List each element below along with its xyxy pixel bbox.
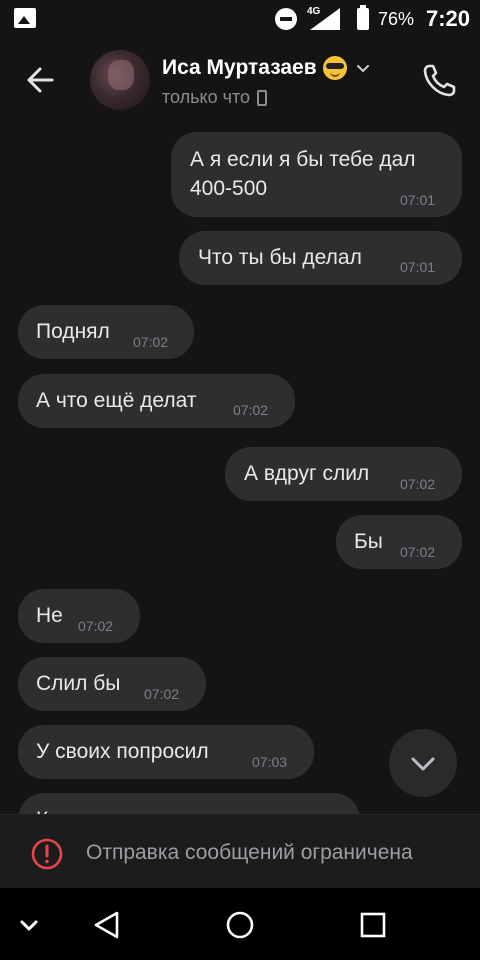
contact-name-row[interactable]: Иса Муртазаев — [162, 56, 369, 80]
warning-circle-icon — [31, 838, 63, 870]
message-list[interactable]: А я если я бы тебе дал 400-500 07:01 Что… — [0, 120, 480, 814]
message-in[interactable]: Поднял 07:02 — [18, 305, 194, 359]
message-text: Поднял — [36, 320, 110, 343]
status-bar: 4G 76% 7:20 — [0, 0, 480, 36]
message-time: 07:02 — [144, 686, 180, 702]
message-in[interactable]: К — [18, 793, 360, 814]
message-out[interactable]: Бы 07:02 — [336, 515, 462, 569]
message-time: 07:02 — [133, 334, 169, 350]
network-type: 4G — [307, 6, 321, 17]
collapse-keyboard-icon[interactable] — [12, 908, 46, 942]
message-text: Что ты бы делал — [198, 246, 362, 269]
contact-status: только что — [162, 87, 251, 107]
message-text: У своих попросил — [36, 740, 209, 763]
message-time: 07:01 — [400, 192, 436, 208]
message-time: 07:02 — [78, 618, 114, 634]
clock: 7:20 — [426, 6, 471, 31]
message-time: 07:02 — [400, 544, 436, 560]
message-time: 07:03 — [252, 754, 288, 770]
message-time: 07:02 — [400, 476, 436, 492]
message-text: А вдруг слил — [244, 462, 370, 485]
message-in[interactable]: А что ещё делат 07:02 — [18, 374, 295, 428]
recents-square-icon[interactable] — [356, 908, 390, 942]
call-icon[interactable] — [420, 60, 460, 100]
message-text: К — [36, 806, 48, 814]
messaging-restricted-bar: Отправка сообщений ограничена — [0, 814, 480, 888]
message-text: Слил бы — [36, 672, 121, 695]
message-in[interactable]: Не 07:02 — [18, 589, 140, 643]
message-out[interactable]: А вдруг слил 07:02 — [225, 447, 462, 501]
message-text: А что ещё делат — [36, 389, 197, 412]
system-nav-bar — [0, 888, 480, 960]
back-triangle-icon[interactable] — [90, 908, 124, 942]
contact-status-row: только что — [162, 87, 268, 108]
message-out[interactable]: А я если я бы тебе дал 400-500 07:01 — [171, 132, 462, 217]
message-text: Не — [36, 604, 63, 627]
message-in[interactable]: У своих попросил 07:03 — [18, 725, 314, 779]
avatar[interactable] — [90, 50, 150, 110]
message-time: 07:01 — [400, 259, 436, 275]
chevron-down-icon — [411, 757, 435, 771]
message-time: 07:02 — [233, 402, 269, 418]
message-text: Бы — [354, 530, 383, 553]
home-circle-icon[interactable] — [223, 908, 257, 942]
message-out[interactable]: Что ты бы делал 07:01 — [179, 231, 462, 285]
chevron-down-icon[interactable] — [356, 62, 369, 74]
restriction-text: Отправка сообщений ограничена — [86, 841, 413, 864]
sunglasses-emoji — [322, 56, 347, 80]
scroll-to-bottom-button[interactable] — [389, 729, 457, 797]
do-not-disturb-icon — [275, 8, 297, 30]
mobile-phone-icon — [257, 89, 268, 106]
message-text: А я если я бы тебе дал — [190, 148, 416, 171]
battery-percent: 76% — [378, 9, 415, 29]
chat-header: Иса Муртазаев только что — [0, 36, 480, 120]
battery-icon — [357, 5, 369, 30]
back-arrow-icon[interactable] — [22, 60, 62, 100]
message-in[interactable]: Слил бы 07:02 — [18, 657, 206, 711]
message-text: 400-500 — [190, 177, 268, 200]
contact-name[interactable]: Иса Муртазаев — [162, 56, 317, 80]
image-icon — [14, 8, 36, 28]
